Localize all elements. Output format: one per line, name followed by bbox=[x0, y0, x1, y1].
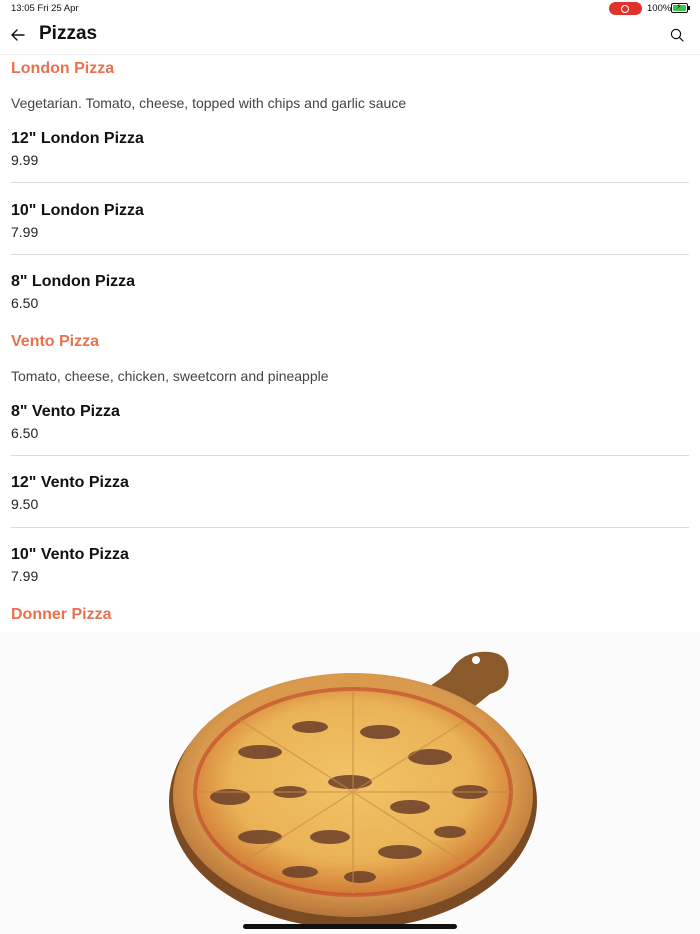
nav-bar: Pizzas bbox=[0, 18, 700, 55]
arrow-left-icon[interactable] bbox=[9, 26, 27, 44]
battery-icon: ⚡ bbox=[671, 2, 688, 13]
status-bar: 13:05 Fri 25 Apr 100% ⚡ bbox=[0, 0, 700, 18]
item-price: 7.99 bbox=[11, 224, 39, 240]
status-time: 13:05 Fri 25 Apr bbox=[11, 3, 79, 14]
home-indicator[interactable] bbox=[243, 924, 457, 929]
search-icon[interactable] bbox=[669, 27, 685, 43]
item-price: 7.99 bbox=[11, 568, 39, 584]
item-price: 9.50 bbox=[11, 496, 39, 512]
item-name: 8" London Pizza bbox=[11, 273, 136, 290]
item-name: 12" Vento Pizza bbox=[11, 474, 129, 491]
divider bbox=[11, 527, 689, 528]
item-price: 6.50 bbox=[11, 295, 39, 311]
section-title-london-pizza: London Pizza bbox=[11, 60, 115, 77]
battery-tip bbox=[688, 6, 690, 10]
battery-percent: 100% bbox=[647, 3, 672, 14]
section-description-london-pizza: Vegetarian. Tomato, cheese, topped with … bbox=[11, 95, 407, 111]
item-name: 8" Vento Pizza bbox=[11, 403, 120, 420]
section-description-vento-pizza: Tomato, cheese, chicken, sweetcorn and p… bbox=[11, 368, 329, 384]
page-title: Pizzas bbox=[39, 23, 98, 44]
divider bbox=[11, 455, 689, 456]
section-title-vento-pizza: Vento Pizza bbox=[11, 333, 100, 350]
donner-pizza-image[interactable] bbox=[0, 632, 700, 934]
item-name: 10" London Pizza bbox=[11, 202, 144, 219]
item-price: 9.99 bbox=[11, 152, 39, 168]
item-name: 10" Vento Pizza bbox=[11, 546, 129, 563]
section-title-donner-pizza: Donner Pizza bbox=[11, 606, 112, 623]
item-price: 6.50 bbox=[11, 425, 39, 441]
item-name: 12" London Pizza bbox=[11, 130, 144, 147]
screen-recording-indicator-icon[interactable] bbox=[609, 2, 642, 15]
divider bbox=[11, 182, 689, 183]
divider bbox=[11, 254, 689, 255]
pizza-on-board-illustration bbox=[169, 651, 537, 929]
